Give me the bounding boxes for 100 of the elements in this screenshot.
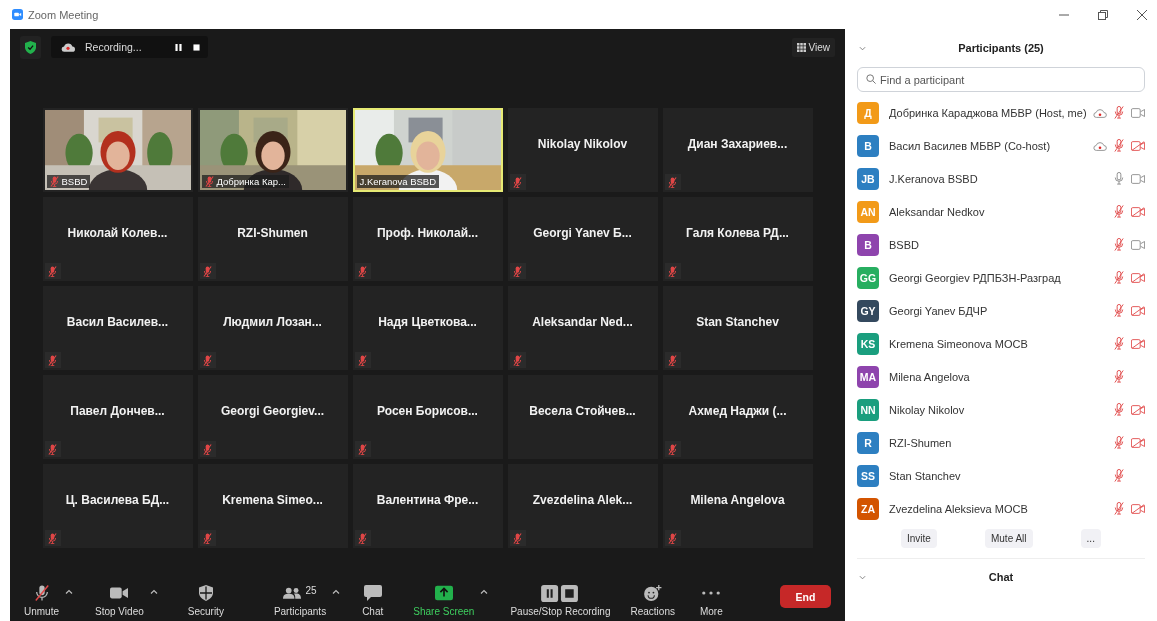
video-button[interactable]: Stop Video xyxy=(95,583,144,617)
participant-name: BSBD xyxy=(889,238,920,251)
muted-mic-icon[interactable] xyxy=(1114,205,1124,218)
grid-icon xyxy=(796,42,806,52)
video-off-icon[interactable] xyxy=(1131,338,1145,349)
video-off-icon[interactable] xyxy=(1131,305,1145,316)
video-icon[interactable] xyxy=(1131,173,1145,184)
view-button[interactable]: View xyxy=(791,37,835,57)
muted-mic-icon[interactable] xyxy=(1114,106,1124,119)
more-icon xyxy=(702,591,721,595)
participant-name: Nikolay Nikolov xyxy=(889,403,966,416)
muted-mic-icon[interactable] xyxy=(1114,502,1124,515)
participant-name: Georgi Yanev БДЧР xyxy=(889,304,989,317)
security-button[interactable]: Security xyxy=(187,583,224,617)
participant-name: Николай Колев... xyxy=(67,226,168,240)
participant-name: Zvezdelina Aleksieva МОСВ xyxy=(889,502,1029,515)
panel-button[interactable]: Mute All xyxy=(984,529,1033,548)
participant-name: BSBD xyxy=(61,176,88,187)
avatar: B xyxy=(857,233,879,256)
participants-button[interactable]: 25 Participants xyxy=(273,583,327,617)
participant-name: J.Keranova BSBD xyxy=(889,172,979,185)
panel-button[interactable]: ... xyxy=(1080,529,1101,548)
video-off-icon[interactable] xyxy=(1131,206,1145,217)
caret-icon[interactable] xyxy=(65,589,73,594)
participant-name: RZI-Shumen xyxy=(889,436,953,449)
video-icon[interactable] xyxy=(1131,107,1145,118)
participant-name: Проф. Николай... xyxy=(376,226,479,240)
muted-mic-icon[interactable] xyxy=(1114,436,1124,449)
avatar: ZA xyxy=(857,497,879,520)
more-button[interactable]: More xyxy=(699,583,723,617)
participant-name: Павел Дончев... xyxy=(70,404,165,418)
reactions-button[interactable]: Reactions xyxy=(630,583,675,617)
cloud-icon xyxy=(61,42,75,52)
video-off-icon[interactable] xyxy=(1131,437,1145,448)
caret-icon[interactable] xyxy=(480,589,489,594)
participant-name: Надя Цветкова... xyxy=(378,315,477,329)
participant-name: Ц. Василева БД... xyxy=(65,493,170,507)
mic-icon[interactable] xyxy=(1114,172,1124,185)
muted-mic-icon[interactable] xyxy=(1114,304,1124,317)
end-button[interactable]: End xyxy=(780,585,831,608)
chevron-icon[interactable] xyxy=(859,45,866,51)
participant-name: Росен Борисов... xyxy=(377,404,478,418)
muted-mic-icon[interactable] xyxy=(1114,238,1124,251)
participant-name: J.Keranova BSBD xyxy=(359,176,437,187)
avatar: R xyxy=(857,431,879,454)
caret-icon[interactable] xyxy=(332,589,341,594)
participant-name: Диан Захариев... xyxy=(687,137,788,151)
panel-title: Participants (25) xyxy=(958,42,1044,54)
participant-name: RZI-Shumen xyxy=(237,226,308,240)
muted-mic-icon[interactable] xyxy=(1114,139,1124,152)
video-camera-icon xyxy=(110,585,129,601)
participant-name: Stan Stanchev xyxy=(696,315,779,329)
avatar: MA xyxy=(857,365,879,388)
panel-button[interactable]: Invite xyxy=(901,529,937,548)
video-off-icon[interactable] xyxy=(1131,272,1145,283)
participant-name: Aleksandar Ned... xyxy=(532,315,633,329)
participant-name: Галя Колева РД... xyxy=(686,226,789,240)
participant-name: Ахмед Наджи (... xyxy=(688,404,787,418)
close-icon[interactable] xyxy=(1137,9,1147,20)
video-off-icon[interactable] xyxy=(1131,503,1145,514)
avatar: GG xyxy=(857,266,879,289)
caret-icon[interactable] xyxy=(149,589,158,594)
muted-mic-icon[interactable] xyxy=(1114,271,1124,284)
window-title: Zoom Meeting xyxy=(28,8,99,21)
shield-icon xyxy=(196,585,215,601)
avatar: NN xyxy=(857,398,879,421)
participant-name: Добринка Кар... xyxy=(216,176,286,187)
participant-name: Валентина Фре... xyxy=(376,493,479,507)
video-icon[interactable] xyxy=(1131,239,1145,250)
muted-mic-icon[interactable] xyxy=(1114,469,1124,482)
participant-name: Georgi Georgiev... xyxy=(220,404,325,418)
search-field[interactable]: Find a participant xyxy=(857,67,1145,92)
restore-icon[interactable] xyxy=(1098,9,1108,20)
pause-stop-icon xyxy=(541,584,580,602)
search-icon xyxy=(866,74,876,84)
participant-name: Georgi Yanev Б... xyxy=(533,226,632,240)
participant-name: Zvezdelina Alek... xyxy=(532,493,633,507)
muted-mic-icon[interactable] xyxy=(1114,370,1124,383)
stop-icon[interactable] xyxy=(192,43,200,51)
mic-button[interactable]: Unmute xyxy=(24,583,59,617)
avatar: GY xyxy=(857,299,879,322)
smiley-icon xyxy=(643,585,662,601)
chevron-icon[interactable] xyxy=(859,574,866,580)
participant-name: Milena Angelova xyxy=(889,370,971,383)
participant-name: Kremena Simeo... xyxy=(222,493,323,507)
participant-name: Nikolay Nikolov xyxy=(537,137,628,151)
people-icon xyxy=(283,585,302,601)
speech-bubble-icon xyxy=(363,585,382,601)
share-button[interactable]: Share Screen xyxy=(413,583,475,617)
video-off-icon[interactable] xyxy=(1131,404,1145,415)
pause-icon[interactable] xyxy=(174,43,182,51)
avatar: JB xyxy=(857,167,879,190)
chat-button[interactable]: Chat xyxy=(362,583,384,617)
participant-name: Stan Stanchev xyxy=(889,469,962,482)
muted-mic-icon[interactable] xyxy=(1114,403,1124,416)
muted-mic-icon[interactable] xyxy=(1114,337,1124,350)
record-button[interactable]: Pause/Stop Recording xyxy=(510,583,611,617)
avatar: В xyxy=(857,134,879,157)
shield-icon[interactable] xyxy=(20,35,41,59)
video-off-icon[interactable] xyxy=(1131,140,1145,151)
